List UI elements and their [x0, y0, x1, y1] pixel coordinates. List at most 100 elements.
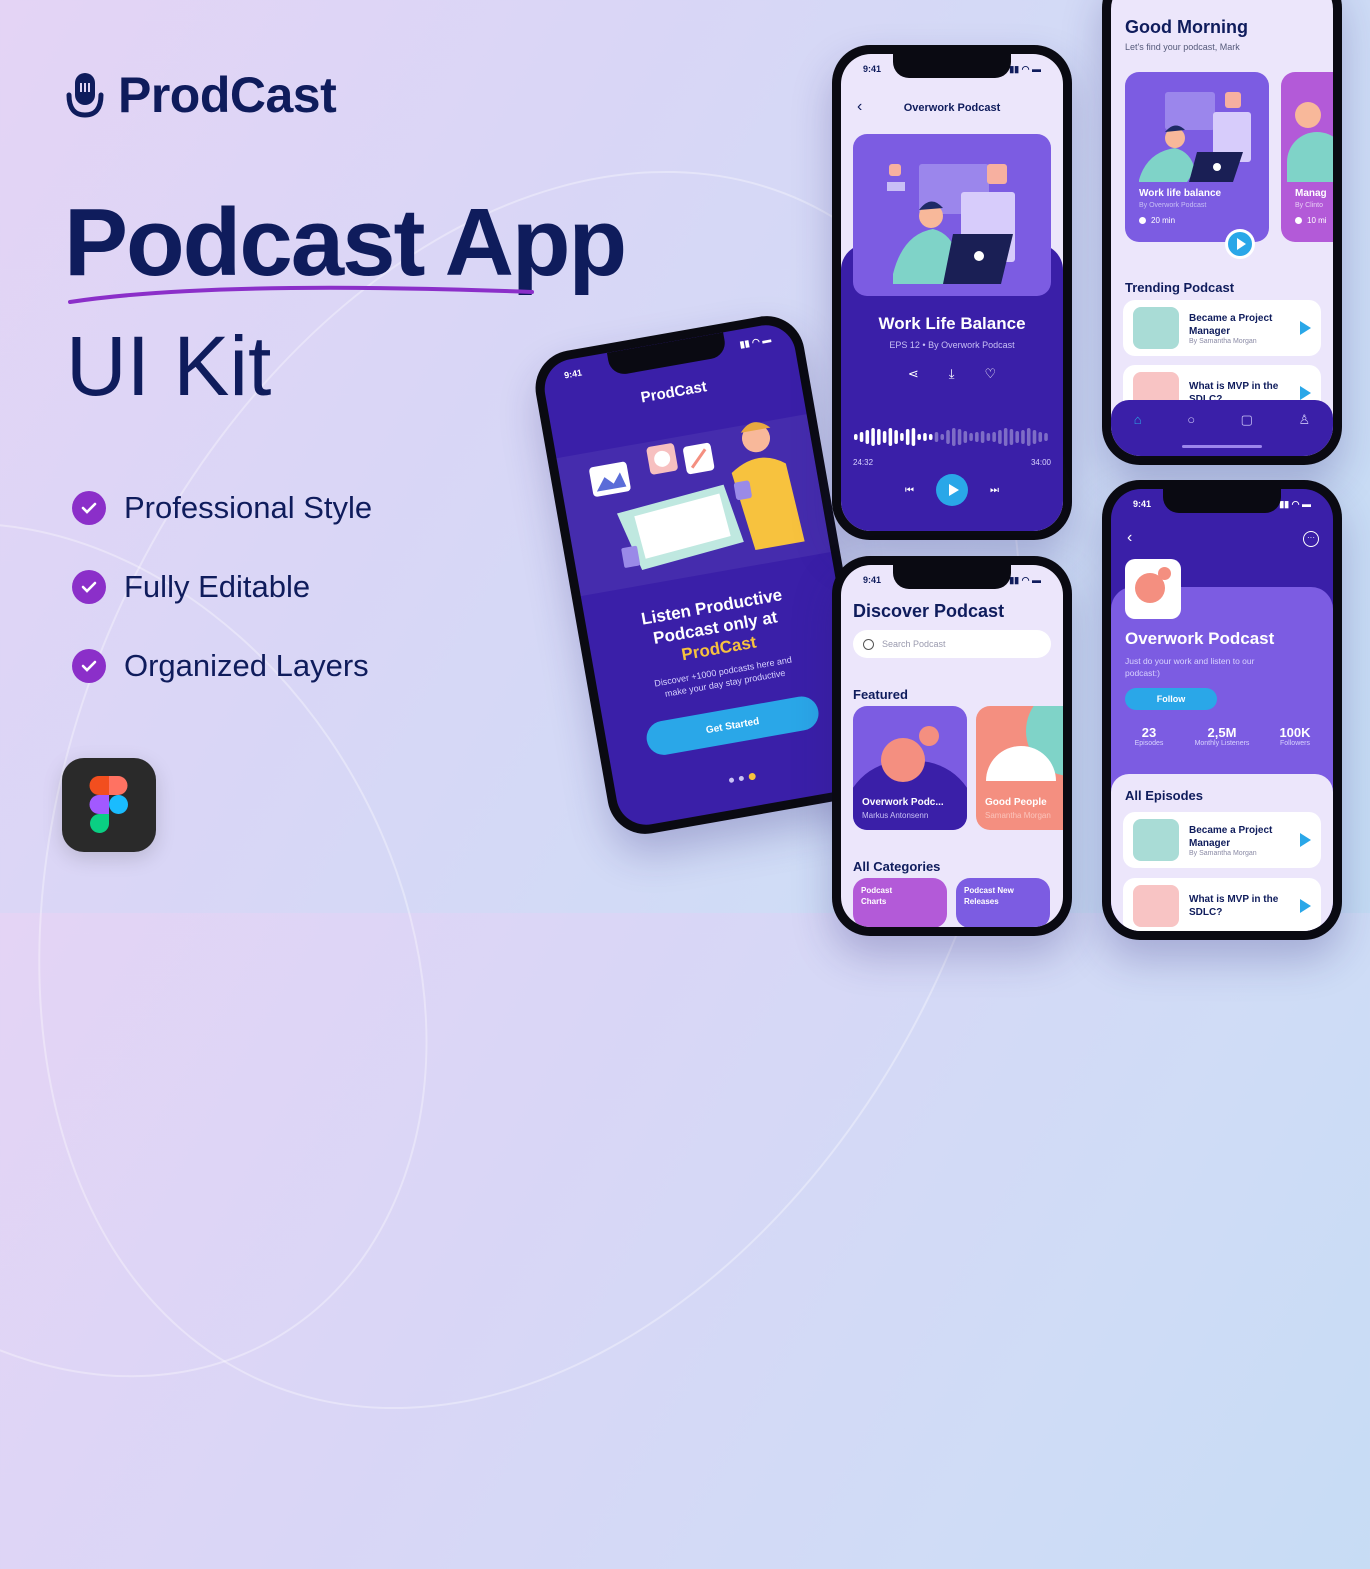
get-started-button[interactable]: Get Started	[643, 693, 822, 758]
feature-item: Fully Editable	[72, 547, 372, 626]
home-greeting: Good Morning	[1125, 17, 1248, 37]
waveform-bar	[1044, 433, 1048, 441]
moon-art	[881, 738, 925, 782]
waveform-bar	[963, 431, 968, 443]
play-icon[interactable]	[1300, 833, 1311, 847]
more-options-icon[interactable]: ···	[1303, 531, 1319, 547]
podcast-card[interactable]: Work life balance By Overwork Podcast 20…	[1125, 72, 1269, 242]
home-icon[interactable]: ⌂	[1134, 412, 1142, 456]
waveform-bar	[1038, 432, 1043, 442]
back-chevron-icon[interactable]: ‹	[1127, 529, 1132, 547]
play-button[interactable]	[936, 474, 968, 506]
status-icons: ▮▮ ◠ ▬	[1009, 575, 1041, 585]
work-illustration	[887, 164, 1015, 284]
category-card[interactable]: Podcast New Releases	[956, 878, 1050, 927]
waveform-bar	[1009, 429, 1014, 445]
card-duration: 20 min	[1151, 216, 1176, 225]
waveform-bar	[911, 428, 916, 446]
card-play-button[interactable]	[1225, 229, 1255, 259]
waveform-bar	[975, 432, 979, 442]
episode-thumbnail	[1133, 819, 1179, 861]
episode-title: Work Life Balance	[878, 314, 1026, 333]
channel-stats: 23 Episodes 2,5M Monthly Listeners 100K Fol…	[1119, 725, 1325, 747]
waveform-bar	[1003, 428, 1008, 446]
status-time: 9:41	[1133, 499, 1152, 509]
phone-discover: 9:41 ▮▮ ◠ ▬ Discover Podcast Search Podca…	[832, 556, 1072, 936]
episode-thumbnail	[1133, 885, 1179, 927]
trending-item[interactable]: Became a Project Manager By Samantha Morga…	[1123, 300, 1321, 356]
check-circle-icon	[72, 648, 106, 683]
waveform-bar	[1032, 430, 1037, 444]
page-dot[interactable]	[737, 775, 744, 782]
episode-item[interactable]: Became a Project Manager By Samantha Morga…	[1123, 812, 1321, 868]
player-header-title: Overwork Podcast	[903, 102, 1001, 114]
brand-name: ProdCast	[118, 67, 337, 123]
stat-episodes: 23 Episodes	[1134, 725, 1164, 747]
waveform-bar	[940, 434, 945, 440]
play-icon	[948, 484, 959, 496]
audio-waveform[interactable]	[853, 424, 1049, 450]
waveform-bar	[992, 432, 996, 442]
card-title: Manag	[1295, 188, 1327, 199]
profile-icon[interactable]: ♙	[1299, 412, 1311, 456]
status-icons: ▮▮ ◠ ▬	[1279, 499, 1311, 509]
episodes-label: All Episodes	[1125, 788, 1204, 803]
designer-illustration	[589, 422, 805, 571]
page-dot-active[interactable]	[747, 772, 756, 781]
status-icons: ▮▮ ◠ ▬	[1009, 64, 1041, 74]
discover-title: Discover Podcast	[853, 601, 1005, 621]
play-icon[interactable]	[1300, 386, 1311, 400]
check-circle-icon	[72, 490, 106, 525]
episode-artwork	[853, 134, 1051, 296]
waveform-bar	[923, 433, 927, 441]
play-icon[interactable]	[1300, 321, 1311, 335]
search-input[interactable]: Search Podcast	[882, 639, 946, 649]
follow-button[interactable]: Follow	[1125, 688, 1217, 710]
status-icons: ▮▮ ◠ ▬	[738, 334, 772, 350]
bottom-nav: ⌂ ○ ▢ ♙	[1111, 400, 1333, 456]
previous-track-icon[interactable]: ⏮	[905, 485, 914, 496]
waveform-bar	[917, 434, 921, 440]
categories-label: All Categories	[853, 859, 941, 874]
featured-card[interactable]: Good People Samantha Morgan	[976, 706, 1063, 830]
featured-label: Featured	[853, 687, 908, 702]
share-icon[interactable]: ⋖	[908, 366, 919, 382]
brand-logo: ProdCast	[66, 66, 337, 124]
search-icon	[863, 638, 874, 650]
next-track-icon[interactable]: ⏭	[990, 485, 999, 496]
search-field[interactable]: Search Podcast	[853, 630, 1051, 658]
waveform-bar	[871, 428, 875, 446]
feature-item: Professional Style	[72, 468, 372, 547]
channel-artwork	[1125, 559, 1181, 619]
card-title: Work life balance	[1139, 188, 1222, 199]
download-icon[interactable]: ⤓	[949, 366, 955, 382]
featured-card[interactable]: Overwork Podc... Markus Antonsenn	[853, 706, 967, 830]
play-icon	[1236, 238, 1246, 250]
total-duration: 34:00	[1030, 458, 1051, 467]
play-icon[interactable]	[1300, 899, 1311, 913]
search-icon[interactable]: ○	[1187, 412, 1195, 456]
figma-badge	[62, 758, 156, 852]
channel-description: Just do your work and listen to our	[1125, 656, 1255, 666]
waveform-bar	[859, 432, 864, 442]
page-dot[interactable]	[728, 777, 734, 784]
waveform-bar	[980, 431, 985, 443]
waveform-bar	[946, 430, 950, 444]
library-icon[interactable]: ▢	[1241, 412, 1253, 456]
figma-logo-icon	[89, 776, 128, 833]
headline-subtitle: UI Kit	[66, 319, 272, 413]
home-indicator	[1182, 445, 1262, 448]
heart-icon[interactable]: ♡	[985, 366, 997, 382]
waveform-bar	[928, 434, 933, 440]
category-card[interactable]: Podcast Charts	[853, 878, 947, 927]
waveform-bar	[854, 434, 858, 440]
home-screen: Good Morning Let's find your podcast, Ma…	[1111, 0, 1333, 456]
elapsed-time: 24:32	[853, 458, 874, 467]
podcast-card[interactable]: Manag By Clinto 10 mi	[1281, 72, 1333, 242]
status-time: 9:41	[863, 575, 882, 585]
card-author: By Overwork Podcast	[1139, 202, 1207, 209]
waveform-bar	[865, 430, 870, 444]
episode-item[interactable]: What is MVP in the SDLC?	[1123, 878, 1321, 931]
feature-label: Organized Layers	[124, 647, 369, 683]
channel-name: Overwork Podcast	[1125, 629, 1275, 648]
